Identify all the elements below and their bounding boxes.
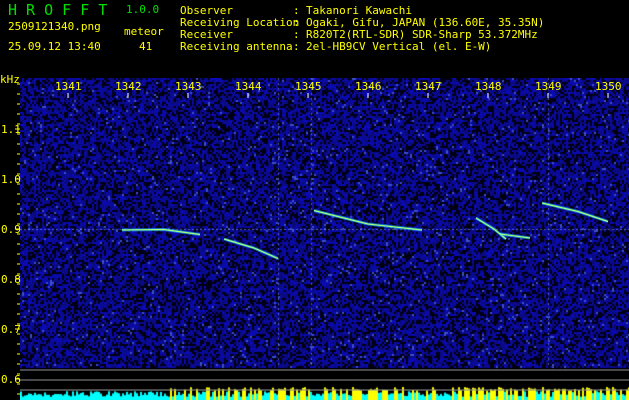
x-tick-label: 1341 [55, 80, 82, 93]
x-tick-label: 1347 [415, 80, 442, 93]
x-tick-label: 1342 [115, 80, 142, 93]
meteor-3-glow [313, 209, 423, 232]
meteor-2-trace [223, 238, 279, 260]
x-tick-label: 1349 [535, 80, 562, 93]
chart-axes: 1341 1342 1343 1344 1345 1346 1347 1348 1349 1350… [1, 80, 629, 395]
x-tick-label: 1344 [235, 80, 262, 93]
x-tick-label: 1345 [295, 80, 322, 93]
x-tick-label: 1343 [175, 80, 202, 93]
x-tick-label: 1348 [475, 80, 502, 93]
x-tick-label: 1346 [355, 80, 382, 93]
x-tick-label: 1350 [595, 80, 622, 93]
